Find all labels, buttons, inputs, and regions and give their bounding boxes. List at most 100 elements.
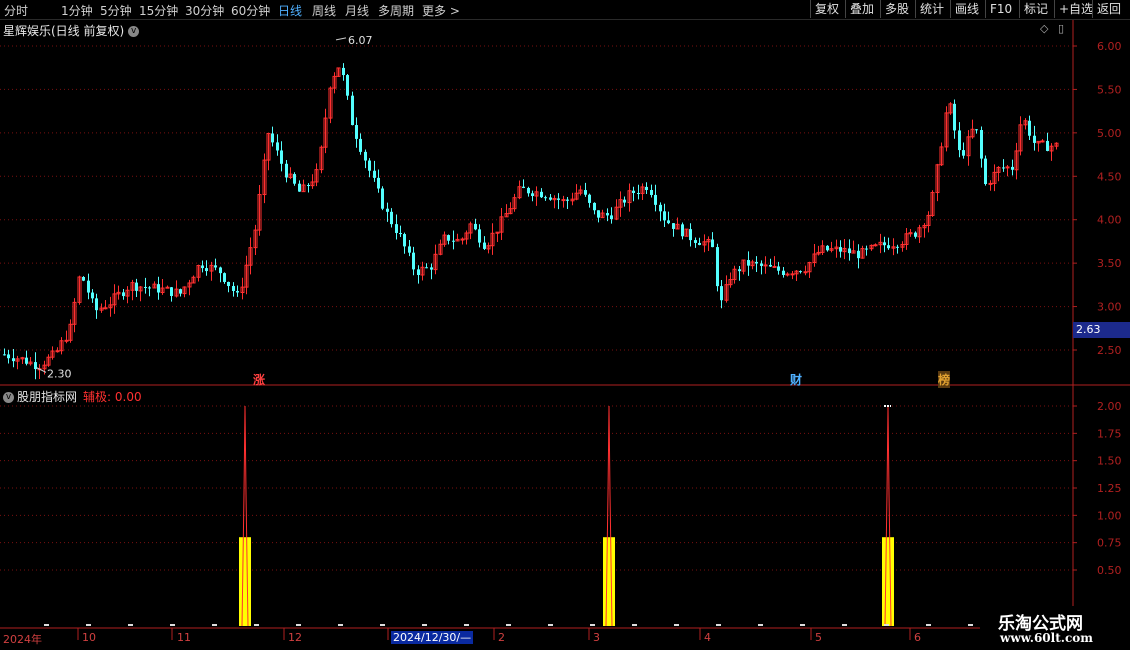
candle-body: [307, 185, 310, 187]
candle-body: [549, 197, 552, 200]
candle-body: [219, 267, 222, 274]
candle-body: [179, 289, 182, 294]
baseline-marker: [926, 624, 931, 626]
candle-body: [522, 186, 525, 188]
candle-body: [716, 247, 719, 287]
indicator-tick-label: 0.75: [1097, 537, 1122, 550]
candle-body: [293, 174, 296, 184]
signal-bar: [603, 537, 615, 626]
baseline-marker: [590, 624, 595, 626]
candle-body: [205, 268, 208, 272]
candle-body: [606, 213, 609, 216]
candle-body: [566, 199, 569, 201]
candle-body: [637, 193, 640, 195]
candle-body: [355, 125, 358, 139]
baseline-marker: [170, 624, 175, 626]
indicator-tick-label: 1.75: [1097, 427, 1122, 440]
date-label-dec: 12: [288, 631, 302, 644]
candle-body: [711, 239, 714, 248]
baseline-marker: [968, 624, 973, 626]
date-label-apr: 4: [704, 631, 711, 644]
candle-body: [720, 286, 723, 301]
date-label-year: 2024年: [3, 633, 42, 646]
candle-body: [403, 234, 406, 247]
candle-body: [760, 263, 763, 266]
baseline-marker: [842, 624, 847, 626]
candle-body: [747, 260, 750, 266]
candle-body: [953, 103, 956, 131]
price-tick-label: 3.00: [1097, 301, 1122, 314]
date-label-jun: 6: [914, 631, 921, 644]
candle-body: [826, 245, 829, 251]
indicator-title[interactable]: v 股朋指标网 辅极: 0.00: [3, 388, 142, 405]
candle-body: [984, 158, 987, 185]
candle-body: [865, 248, 868, 250]
high-price-label: 6.07: [348, 34, 373, 47]
candle-body: [962, 150, 965, 156]
candle-body: [1011, 166, 1014, 170]
indicator-value: 辅极: 0.00: [83, 390, 142, 404]
candle-body: [144, 286, 147, 288]
signal-bar: [239, 537, 251, 626]
watermark-url: www.60lt.com: [1000, 631, 1093, 645]
price-tick-label: 4.50: [1097, 170, 1122, 183]
candle-body: [170, 287, 173, 296]
baseline-marker: [296, 624, 301, 626]
candle-body: [342, 67, 345, 76]
baseline-marker: [716, 624, 721, 626]
candle-body: [839, 247, 842, 252]
candle-body: [276, 142, 279, 151]
price-tick-label: 2.50: [1097, 344, 1122, 357]
baseline-marker: [506, 624, 511, 626]
candle-body: [135, 282, 138, 291]
candle-body: [593, 202, 596, 211]
candle-body: [584, 190, 587, 195]
candle-body: [1040, 140, 1045, 143]
candle-body: [689, 229, 692, 241]
baseline-marker: [800, 624, 805, 626]
candle-body: [478, 229, 481, 243]
panel-toggle-icon[interactable]: ▯: [1058, 22, 1064, 35]
candle-body: [785, 273, 790, 276]
candle-body: [1033, 135, 1036, 143]
kline-chart[interactable]: 6.00 5.50 5.00 4.50 4.00 3.50 3.00 2.50 2.00 1.75…: [0, 0, 1130, 650]
candle-body: [698, 242, 701, 245]
candle-body: [799, 271, 802, 273]
baseline-marker: [212, 624, 217, 626]
date-label-cursor: 2024/12/30/—: [391, 631, 474, 644]
indicator-tick-label: 0.50: [1097, 564, 1122, 577]
baseline-marker: [632, 624, 637, 626]
candle-body: [755, 261, 758, 264]
candle-body: [483, 242, 486, 249]
candle-body: [214, 265, 217, 268]
candle-body: [91, 292, 94, 299]
chevron-down-icon[interactable]: v: [3, 392, 14, 403]
event-tag-cai[interactable]: 财: [790, 371, 802, 388]
candle-body: [346, 75, 349, 96]
candle-body: [1028, 120, 1031, 136]
baseline-marker: [86, 624, 91, 626]
candle-body: [64, 339, 69, 342]
candle-body: [782, 270, 785, 276]
candle-body: [610, 215, 613, 220]
low-price-label: 2.30: [47, 367, 72, 380]
price-tick-label: 3.50: [1097, 257, 1122, 270]
candle-body: [395, 224, 398, 233]
indicator-tick-label: 1.25: [1097, 482, 1122, 495]
candle-body: [351, 95, 354, 126]
candle-body: [7, 354, 10, 359]
diamond-icon[interactable]: ◇: [1040, 22, 1048, 35]
candle-body: [975, 129, 978, 131]
candle-body: [103, 307, 108, 310]
candle-body: [452, 240, 455, 242]
candle-body: [447, 235, 450, 241]
event-tag-bang[interactable]: 榜: [938, 371, 951, 388]
indicator-tick-label: 2.00: [1097, 400, 1122, 413]
candle-body: [223, 273, 226, 282]
chevron-down-icon[interactable]: v: [128, 26, 140, 37]
candle-body: [694, 240, 697, 243]
candle-body: [663, 211, 666, 221]
candle-body: [12, 358, 15, 362]
stock-title[interactable]: 星辉娱乐(日线 前复权) v: [3, 22, 140, 39]
event-tag-zhang[interactable]: 涨: [253, 371, 265, 388]
